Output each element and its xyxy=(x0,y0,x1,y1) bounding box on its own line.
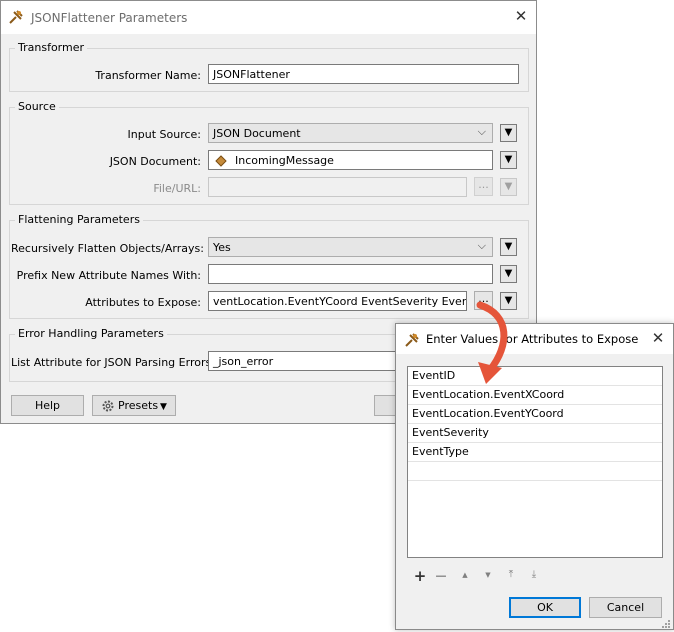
prefix-menu-button[interactable]: ▼ xyxy=(500,265,517,283)
recursive-flatten-menu-button[interactable]: ▼ xyxy=(500,238,517,256)
list-attribute-label: List Attribute for JSON Parsing Errors: xyxy=(11,356,215,369)
move-bottom-icon[interactable]: ⤓ xyxy=(528,569,540,580)
ok-button[interactable]: OK xyxy=(509,597,581,618)
input-source-select[interactable]: JSON Document ⌵ xyxy=(208,123,493,143)
recursive-flatten-label: Recursively Flatten Objects/Arrays: xyxy=(11,242,204,255)
resize-grip-icon[interactable] xyxy=(661,619,671,629)
presets-button[interactable]: Presets ▼ xyxy=(92,395,176,416)
dialog-title: JSONFlattener Parameters xyxy=(31,11,188,25)
flattening-group-label: Flattening Parameters xyxy=(15,213,143,226)
prefix-label: Prefix New Attribute Names With: xyxy=(16,269,201,282)
close-button[interactable]: ✕ xyxy=(509,7,533,27)
caret-down-icon: ▼ xyxy=(160,402,167,412)
recursive-flatten-value: Yes xyxy=(213,241,231,254)
list-item[interactable]: EventLocation.EventXCoord xyxy=(408,386,662,405)
move-top-icon[interactable]: ⤒ xyxy=(505,569,517,580)
json-document-menu-button[interactable]: ▼ xyxy=(500,151,517,169)
presets-label: Presets xyxy=(118,399,159,412)
transformer-group-label: Transformer xyxy=(15,41,88,54)
file-url-label: File/URL: xyxy=(153,182,201,195)
expose-dialog: Enter Values for Attributes to Expose ✕ … xyxy=(395,323,674,630)
json-document-label: JSON Document: xyxy=(109,155,201,168)
prefix-input[interactable] xyxy=(208,264,493,284)
move-up-icon[interactable]: ▲ xyxy=(459,571,471,579)
add-icon[interactable]: + xyxy=(413,567,427,585)
input-source-value: JSON Document xyxy=(213,127,301,140)
fme-transformer-icon xyxy=(404,332,420,348)
list-item[interactable]: EventType xyxy=(408,443,662,462)
input-source-label: Input Source: xyxy=(127,128,201,141)
json-document-value: IncomingMessage xyxy=(235,154,334,167)
recursive-flatten-select[interactable]: Yes ⌵ xyxy=(208,237,493,257)
list-item[interactable] xyxy=(408,462,662,481)
list-item[interactable]: EventSeverity xyxy=(408,424,662,443)
annotation-arrow xyxy=(476,301,508,384)
list-item[interactable]: EventLocation.EventYCoord xyxy=(408,405,662,424)
error-handling-group-label: Error Handling Parameters xyxy=(15,327,167,340)
transformer-name-input[interactable]: JSONFlattener xyxy=(208,64,519,84)
json-document-input[interactable]: IncomingMessage xyxy=(208,150,493,170)
gear-icon xyxy=(101,399,115,413)
list-item[interactable]: EventID xyxy=(408,367,662,386)
cancel-button[interactable]: Cancel xyxy=(589,597,662,618)
attribute-icon xyxy=(215,155,227,167)
chevron-down-icon: ⌵ xyxy=(477,239,486,252)
source-group-label: Source xyxy=(15,100,59,113)
expose-title-bar: Enter Values for Attributes to Expose ✕ xyxy=(396,324,673,354)
chevron-down-icon: ⌵ xyxy=(477,125,486,138)
remove-icon[interactable]: — xyxy=(434,569,448,582)
file-url-input[interactable] xyxy=(208,177,467,197)
file-url-menu-button[interactable]: ▼ xyxy=(500,178,517,196)
attribute-list[interactable]: EventID EventLocation.EventXCoord EventL… xyxy=(407,366,663,558)
help-button[interactable]: Help xyxy=(11,395,84,416)
transformer-name-label: Transformer Name: xyxy=(95,69,201,82)
fme-transformer-icon xyxy=(8,9,24,25)
attributes-to-expose-label: Attributes to Expose: xyxy=(85,296,201,309)
close-button[interactable]: ✕ xyxy=(646,329,670,349)
move-down-icon[interactable]: ▼ xyxy=(482,571,494,579)
list-attribute-input[interactable]: _json_error xyxy=(208,351,408,371)
input-source-menu-button[interactable]: ▼ xyxy=(500,124,517,142)
title-bar: JSONFlattener Parameters ✕ xyxy=(1,1,536,34)
file-url-browse-button[interactable]: ... xyxy=(474,177,493,196)
attributes-to-expose-input[interactable]: ventLocation.EventYCoord EventSeverity E… xyxy=(208,291,467,311)
expose-dialog-title: Enter Values for Attributes to Expose xyxy=(426,332,639,346)
